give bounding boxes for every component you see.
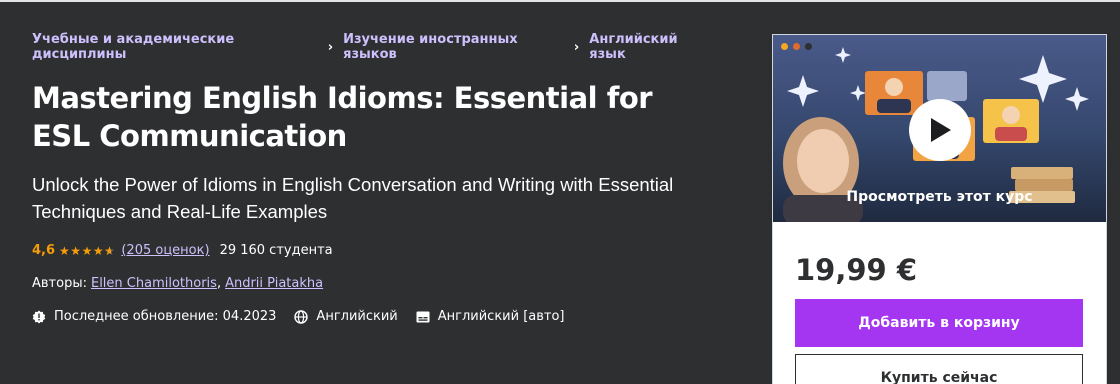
rating-stars: ★★★★★ ★ bbox=[59, 244, 115, 258]
author-separator: , bbox=[216, 276, 222, 291]
chevron-right-icon: › bbox=[327, 39, 334, 55]
authors-row: Авторы: Ellen Chamilothoris, Andrii Piat… bbox=[32, 276, 712, 291]
breadcrumb-item-english[interactable]: Английский язык bbox=[589, 32, 712, 62]
rating-row: 4,6 ★★★★★ ★ (205 оценок) 29 160 студента bbox=[32, 243, 712, 258]
course-title: Mastering English Idioms: Essential for … bbox=[32, 81, 653, 153]
star-full-icon: ★ bbox=[59, 243, 71, 258]
last-updated-text: Последнее обновление: 04.2023 bbox=[54, 309, 277, 324]
course-meta: Последнее обновление: 04.2023 Английский… bbox=[32, 309, 712, 324]
authors-label: Авторы: bbox=[32, 276, 87, 291]
course-header: Учебные и академические дисциплины › Изу… bbox=[0, 0, 1120, 384]
rating-count-link[interactable]: (205 оценок) bbox=[121, 243, 209, 258]
star-full-icon: ★ bbox=[92, 243, 105, 258]
breadcrumb-item-academics[interactable]: Учебные и академические дисциплины bbox=[32, 32, 318, 62]
buy-now-button[interactable]: Купить сейчас bbox=[795, 354, 1083, 384]
purchase-card: Просмотреть этот курс 19,99 € Добавить в… bbox=[772, 34, 1107, 384]
star-full-icon: ★ bbox=[70, 243, 82, 258]
star-half-icon: ★ ★ bbox=[104, 243, 116, 258]
last-updated: Последнее обновление: 04.2023 bbox=[32, 309, 276, 324]
breadcrumb-item-language-learning[interactable]: Изучение иностранных языков bbox=[343, 32, 564, 62]
globe-icon bbox=[294, 309, 309, 324]
captions-text: Английский [авто] bbox=[437, 309, 565, 324]
play-icon bbox=[931, 118, 951, 142]
star-full-icon: ★ bbox=[81, 243, 93, 258]
author-link[interactable]: Andrii Piatakha bbox=[225, 276, 323, 291]
author-link[interactable]: Ellen Chamilothoris bbox=[91, 276, 217, 291]
price: 19,99 € bbox=[795, 253, 918, 287]
language-text: Английский bbox=[316, 309, 398, 324]
add-to-cart-button[interactable]: Добавить в корзину bbox=[795, 299, 1083, 347]
course-preview[interactable]: Просмотреть этот курс bbox=[773, 35, 1106, 222]
captions: Английский [авто] bbox=[416, 309, 565, 324]
play-button[interactable] bbox=[909, 99, 971, 161]
chevron-right-icon: › bbox=[573, 39, 580, 55]
course-info: Учебные и академические дисциплины › Изу… bbox=[32, 32, 712, 324]
students-count: 29 160 студента bbox=[219, 243, 333, 258]
preview-label: Просмотреть этот курс bbox=[846, 189, 1033, 205]
rating-value: 4,6 bbox=[32, 243, 56, 258]
language: Английский bbox=[294, 309, 398, 324]
breadcrumb: Учебные и академические дисциплины › Изу… bbox=[32, 32, 712, 62]
alert-badge-icon bbox=[32, 310, 46, 323]
closed-captions-icon bbox=[416, 311, 430, 322]
course-subtitle: Unlock the Power of Idioms in English Co… bbox=[32, 174, 674, 222]
